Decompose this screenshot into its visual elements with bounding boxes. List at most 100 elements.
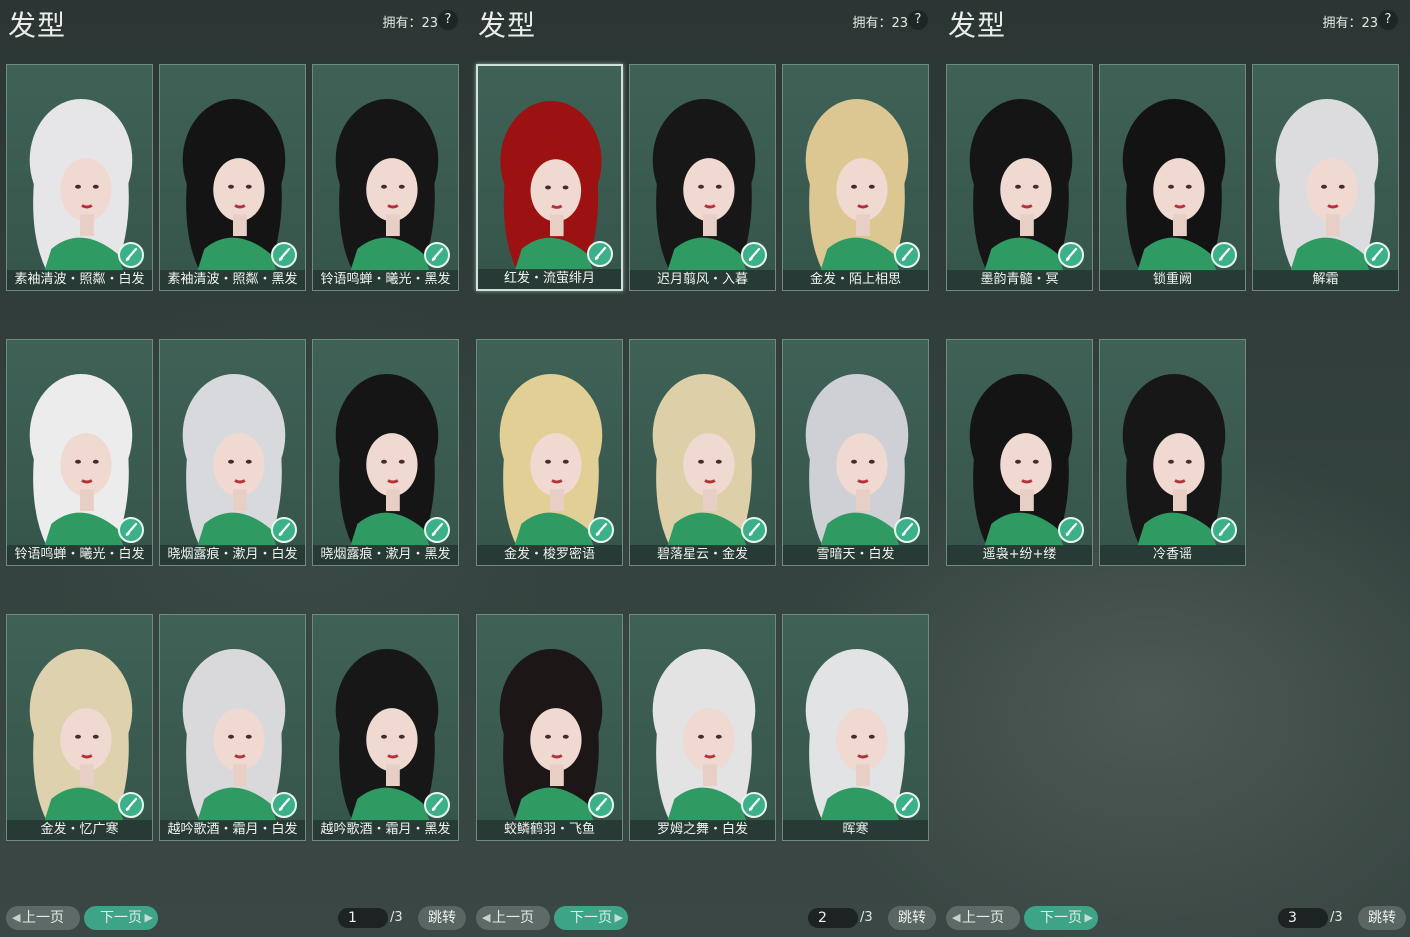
hairstyle-card[interactable]: 晓烟露痕・漱月・白发: [159, 339, 306, 566]
brush-icon[interactable]: [271, 517, 297, 543]
hairstyle-card[interactable]: 铃语鸣蝉・曦光・黑发: [312, 64, 459, 291]
page-number-input[interactable]: 3: [1278, 908, 1328, 928]
hairstyle-card[interactable]: 铃语鸣蝉・曦光・白发: [6, 339, 153, 566]
hairstyle-panel-1: 发型 拥有：23 ? 素袖清波・照粼・白发 素袖清波・照粼・黑发 铃语鸣蝉・曦光…: [0, 0, 470, 937]
page-number-input[interactable]: 2: [808, 908, 858, 928]
prev-page-label: 上一页: [962, 910, 1004, 926]
page-number-input[interactable]: 1: [338, 908, 388, 928]
brush-icon[interactable]: [894, 792, 920, 818]
brush-icon[interactable]: [587, 241, 613, 267]
brush-icon[interactable]: [118, 792, 144, 818]
hairstyle-card[interactable]: 金发・忆广寒: [6, 614, 153, 841]
hairstyle-panel-3: 发型 拥有：23 ? 墨韵青髓・冥 锁重阙 解霜 遥袅+纷+缕 冷香谣 ◀ 上一…: [940, 0, 1410, 937]
brush-icon[interactable]: [1058, 517, 1084, 543]
brush-icon[interactable]: [1211, 517, 1237, 543]
hairstyle-name: 红发・流萤绯月: [478, 269, 621, 289]
brush-icon[interactable]: [271, 242, 297, 268]
brush-icon[interactable]: [271, 792, 297, 818]
hairstyle-portrait: [652, 98, 756, 271]
hairstyle-card[interactable]: 遥袅+纷+缕: [946, 339, 1093, 566]
pagination-bar: ◀ 上一页 下一页 ▶ 3 /3 跳转: [940, 906, 1410, 930]
hairstyle-portrait: [1122, 373, 1226, 546]
next-page-button[interactable]: 下一页 ▶: [84, 906, 158, 930]
brush-icon[interactable]: [118, 242, 144, 268]
panel-title: 发型: [8, 9, 67, 42]
hairstyle-name: 素袖清波・照粼・黑发: [160, 270, 305, 290]
hairstyle-portrait: [499, 648, 603, 821]
brush-icon[interactable]: [118, 517, 144, 543]
hairstyle-name: 晓烟露痕・漱月・白发: [160, 545, 305, 565]
hairstyle-card[interactable]: 墨韵青髓・冥: [946, 64, 1093, 291]
hairstyle-card[interactable]: 素袖清波・照粼・白发: [6, 64, 153, 291]
hairstyle-card[interactable]: 金发・梭罗密语: [476, 339, 623, 566]
prev-page-button[interactable]: ◀ 上一页: [476, 906, 550, 930]
brush-icon[interactable]: [1058, 242, 1084, 268]
jump-button[interactable]: 跳转: [418, 906, 466, 930]
chevron-left-icon: ◀: [482, 911, 491, 924]
page-total: /3: [390, 910, 403, 925]
hairstyle-card[interactable]: 晓烟露痕・漱月・黑发: [312, 339, 459, 566]
help-icon[interactable]: ?: [908, 10, 928, 30]
hairstyle-name: 越吟歌酒・霜月・黑发: [313, 820, 458, 840]
next-page-button[interactable]: 下一页 ▶: [1024, 906, 1098, 930]
hairstyle-name: 蛟鳞鹤羽・飞鱼: [477, 820, 622, 840]
brush-icon[interactable]: [588, 792, 614, 818]
hairstyle-portrait: [1275, 98, 1379, 271]
next-page-label: 下一页: [100, 910, 142, 926]
jump-button[interactable]: 跳转: [888, 906, 936, 930]
hairstyle-card[interactable]: 罗姆之舞・白发: [629, 614, 776, 841]
hairstyle-card[interactable]: 蛟鳞鹤羽・飞鱼: [476, 614, 623, 841]
chevron-left-icon: ◀: [12, 911, 21, 924]
hairstyle-card[interactable]: 晖寒: [782, 614, 929, 841]
hairstyle-name: 素袖清波・照粼・白发: [7, 270, 152, 290]
hairstyle-portrait: [335, 98, 439, 271]
hairstyle-name: 墨韵青髓・冥: [947, 270, 1092, 290]
brush-icon[interactable]: [741, 242, 767, 268]
hairstyle-portrait: [652, 648, 756, 821]
hairstyle-card[interactable]: 冷香谣: [1099, 339, 1246, 566]
panel-title: 发型: [948, 9, 1007, 42]
hairstyle-card[interactable]: 碧落星云・金发: [629, 339, 776, 566]
next-page-label: 下一页: [1040, 910, 1082, 926]
prev-page-label: 上一页: [492, 910, 534, 926]
brush-icon[interactable]: [894, 242, 920, 268]
owned-count: 拥有：23: [852, 16, 908, 31]
hairstyle-card[interactable]: 解霜: [1252, 64, 1399, 291]
prev-page-button[interactable]: ◀ 上一页: [6, 906, 80, 930]
hairstyle-name: 金发・梭罗密语: [477, 545, 622, 565]
hairstyle-card[interactable]: 素袖清波・照粼・黑发: [159, 64, 306, 291]
brush-icon[interactable]: [424, 792, 450, 818]
hairstyle-card[interactable]: 越吟歌酒・霜月・黑发: [312, 614, 459, 841]
hairstyle-name: 碧落星云・金发: [630, 545, 775, 565]
hairstyle-card[interactable]: 红发・流萤绯月: [476, 64, 623, 291]
brush-icon[interactable]: [1211, 242, 1237, 268]
jump-button[interactable]: 跳转: [1358, 906, 1406, 930]
hairstyle-name: 罗姆之舞・白发: [630, 820, 775, 840]
hairstyle-card[interactable]: 越吟歌酒・霜月・白发: [159, 614, 306, 841]
brush-icon[interactable]: [741, 517, 767, 543]
hairstyle-card[interactable]: 雪暗天・白发: [782, 339, 929, 566]
help-icon[interactable]: ?: [1378, 10, 1398, 30]
help-icon[interactable]: ?: [438, 10, 458, 30]
next-page-button[interactable]: 下一页 ▶: [554, 906, 628, 930]
pagination-bar: ◀ 上一页 下一页 ▶ 1 /3 跳转: [0, 906, 470, 930]
hairstyle-card[interactable]: 锁重阙: [1099, 64, 1246, 291]
brush-icon[interactable]: [894, 517, 920, 543]
hairstyle-portrait: [29, 648, 133, 821]
prev-page-button[interactable]: ◀ 上一页: [946, 906, 1020, 930]
brush-icon[interactable]: [1364, 242, 1390, 268]
owned-count: 拥有：23: [1322, 16, 1378, 31]
hairstyle-card[interactable]: 迟月翦风・入暮: [629, 64, 776, 291]
brush-icon[interactable]: [741, 792, 767, 818]
page-total: /3: [1330, 910, 1343, 925]
hairstyle-name: 冷香谣: [1100, 545, 1245, 565]
hairstyle-portrait: [969, 373, 1073, 546]
hairstyle-name: 遥袅+纷+缕: [947, 545, 1092, 565]
hairstyle-portrait: [29, 98, 133, 271]
brush-icon[interactable]: [588, 517, 614, 543]
brush-icon[interactable]: [424, 517, 450, 543]
brush-icon[interactable]: [424, 242, 450, 268]
hairstyle-card[interactable]: 金发・陌上相思: [782, 64, 929, 291]
hairstyle-name: 铃语鸣蝉・曦光・黑发: [313, 270, 458, 290]
hairstyle-portrait: [805, 98, 909, 271]
